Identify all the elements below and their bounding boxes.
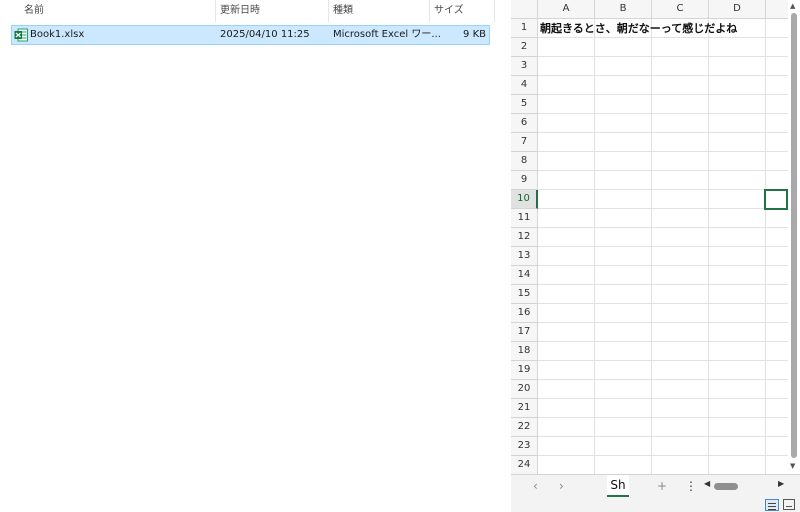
row-header-24[interactable]: 24: [511, 456, 538, 474]
add-sheet-icon[interactable]: +: [657, 478, 667, 494]
vertical-scroll-thumb[interactable]: [791, 13, 797, 458]
row-header-4[interactable]: 4: [511, 76, 538, 95]
scroll-up-arrow-icon[interactable]: ▲: [790, 2, 795, 10]
cell-grid[interactable]: [538, 19, 788, 474]
prev-sheet-icon[interactable]: ‹: [533, 478, 538, 494]
column-header-b[interactable]: B: [595, 0, 652, 19]
row-header-21[interactable]: 21: [511, 399, 538, 418]
scroll-left-arrow-icon[interactable]: ◀: [704, 479, 710, 488]
row-header-1[interactable]: 1: [511, 19, 538, 38]
page-layout-view-icon[interactable]: [783, 499, 795, 510]
scroll-right-arrow-icon[interactable]: ▶: [778, 479, 784, 488]
row-header-18[interactable]: 18: [511, 342, 538, 361]
row-header-13[interactable]: 13: [511, 247, 538, 266]
file-explorer-pane: ^ 名前 更新日時 種類 サイズ Book1.xlsx 2025/04/10 1…: [0, 0, 511, 512]
column-header-date[interactable]: 更新日時: [216, 0, 328, 22]
excel-pane: ABCD 1 2 3 4 5 6 7 8 9 10 11 12 13 14 15 16 17 18 19 20 21 22…: [511, 0, 800, 512]
row-header-14[interactable]: 14: [511, 266, 538, 285]
row-header-22[interactable]: 22: [511, 418, 538, 437]
column-header-a[interactable]: A: [538, 0, 595, 19]
excel-file-icon: [14, 28, 28, 42]
row-header-9[interactable]: 9: [511, 171, 538, 190]
row-header-6[interactable]: 6: [511, 114, 538, 133]
spreadsheet-grid[interactable]: ABCD 1 2 3 4 5 6 7 8 9 10 11 12 13 14 15 16 17 18 19 20 21 22…: [511, 0, 788, 474]
sheet-tab-active[interactable]: Sh: [607, 475, 629, 497]
column-header-d[interactable]: D: [709, 0, 766, 19]
row-header-23[interactable]: 23: [511, 437, 538, 456]
column-header-name[interactable]: 名前: [20, 0, 215, 22]
row-header-10[interactable]: 10: [511, 190, 538, 209]
file-type: Microsoft Excel ワー...: [333, 29, 441, 40]
horizontal-scroll-thumb[interactable]: [714, 483, 738, 490]
row-header-12[interactable]: 12: [511, 228, 538, 247]
row-header-20[interactable]: 20: [511, 380, 538, 399]
row-header-3[interactable]: 3: [511, 57, 538, 76]
row-header-5[interactable]: 5: [511, 95, 538, 114]
normal-view-icon[interactable]: [765, 499, 779, 511]
vertical-scrollbar[interactable]: ▲ ▼: [788, 0, 800, 474]
row-header-19[interactable]: 19: [511, 361, 538, 380]
select-all-corner[interactable]: [511, 0, 538, 19]
sheet-tab-bar: ‹ › Sh + ⋮ ◀ ▶: [511, 474, 800, 498]
row-header-7[interactable]: 7: [511, 133, 538, 152]
row-header-11[interactable]: 11: [511, 209, 538, 228]
column-divider[interactable]: [494, 0, 495, 22]
column-header-type[interactable]: 種類: [329, 0, 429, 22]
row-header-17[interactable]: 17: [511, 323, 538, 342]
row-header-2[interactable]: 2: [511, 38, 538, 57]
file-name: Book1.xlsx: [30, 29, 85, 40]
file-size: 9 KB: [463, 29, 486, 40]
column-header-partial[interactable]: [766, 0, 788, 19]
cell-a1[interactable]: 朝起きるとさ、朝だなーって感じだよね: [540, 20, 737, 38]
row-header-8[interactable]: 8: [511, 152, 538, 171]
status-bar: [511, 498, 800, 512]
column-header-c[interactable]: C: [652, 0, 709, 19]
next-sheet-icon[interactable]: ›: [559, 478, 564, 494]
selected-cell-e10[interactable]: [764, 189, 788, 210]
row-header-16[interactable]: 16: [511, 304, 538, 323]
scroll-down-arrow-icon[interactable]: ▼: [790, 462, 795, 470]
more-options-icon[interactable]: ⋮: [685, 478, 697, 494]
row-header-15[interactable]: 15: [511, 285, 538, 304]
file-date: 2025/04/10 11:25: [220, 29, 310, 40]
file-row-book1[interactable]: Book1.xlsx 2025/04/10 11:25 Microsoft Ex…: [11, 25, 490, 45]
column-header-size[interactable]: サイズ: [430, 0, 494, 22]
column-header-bar: ^ 名前 更新日時 種類 サイズ: [0, 0, 495, 22]
